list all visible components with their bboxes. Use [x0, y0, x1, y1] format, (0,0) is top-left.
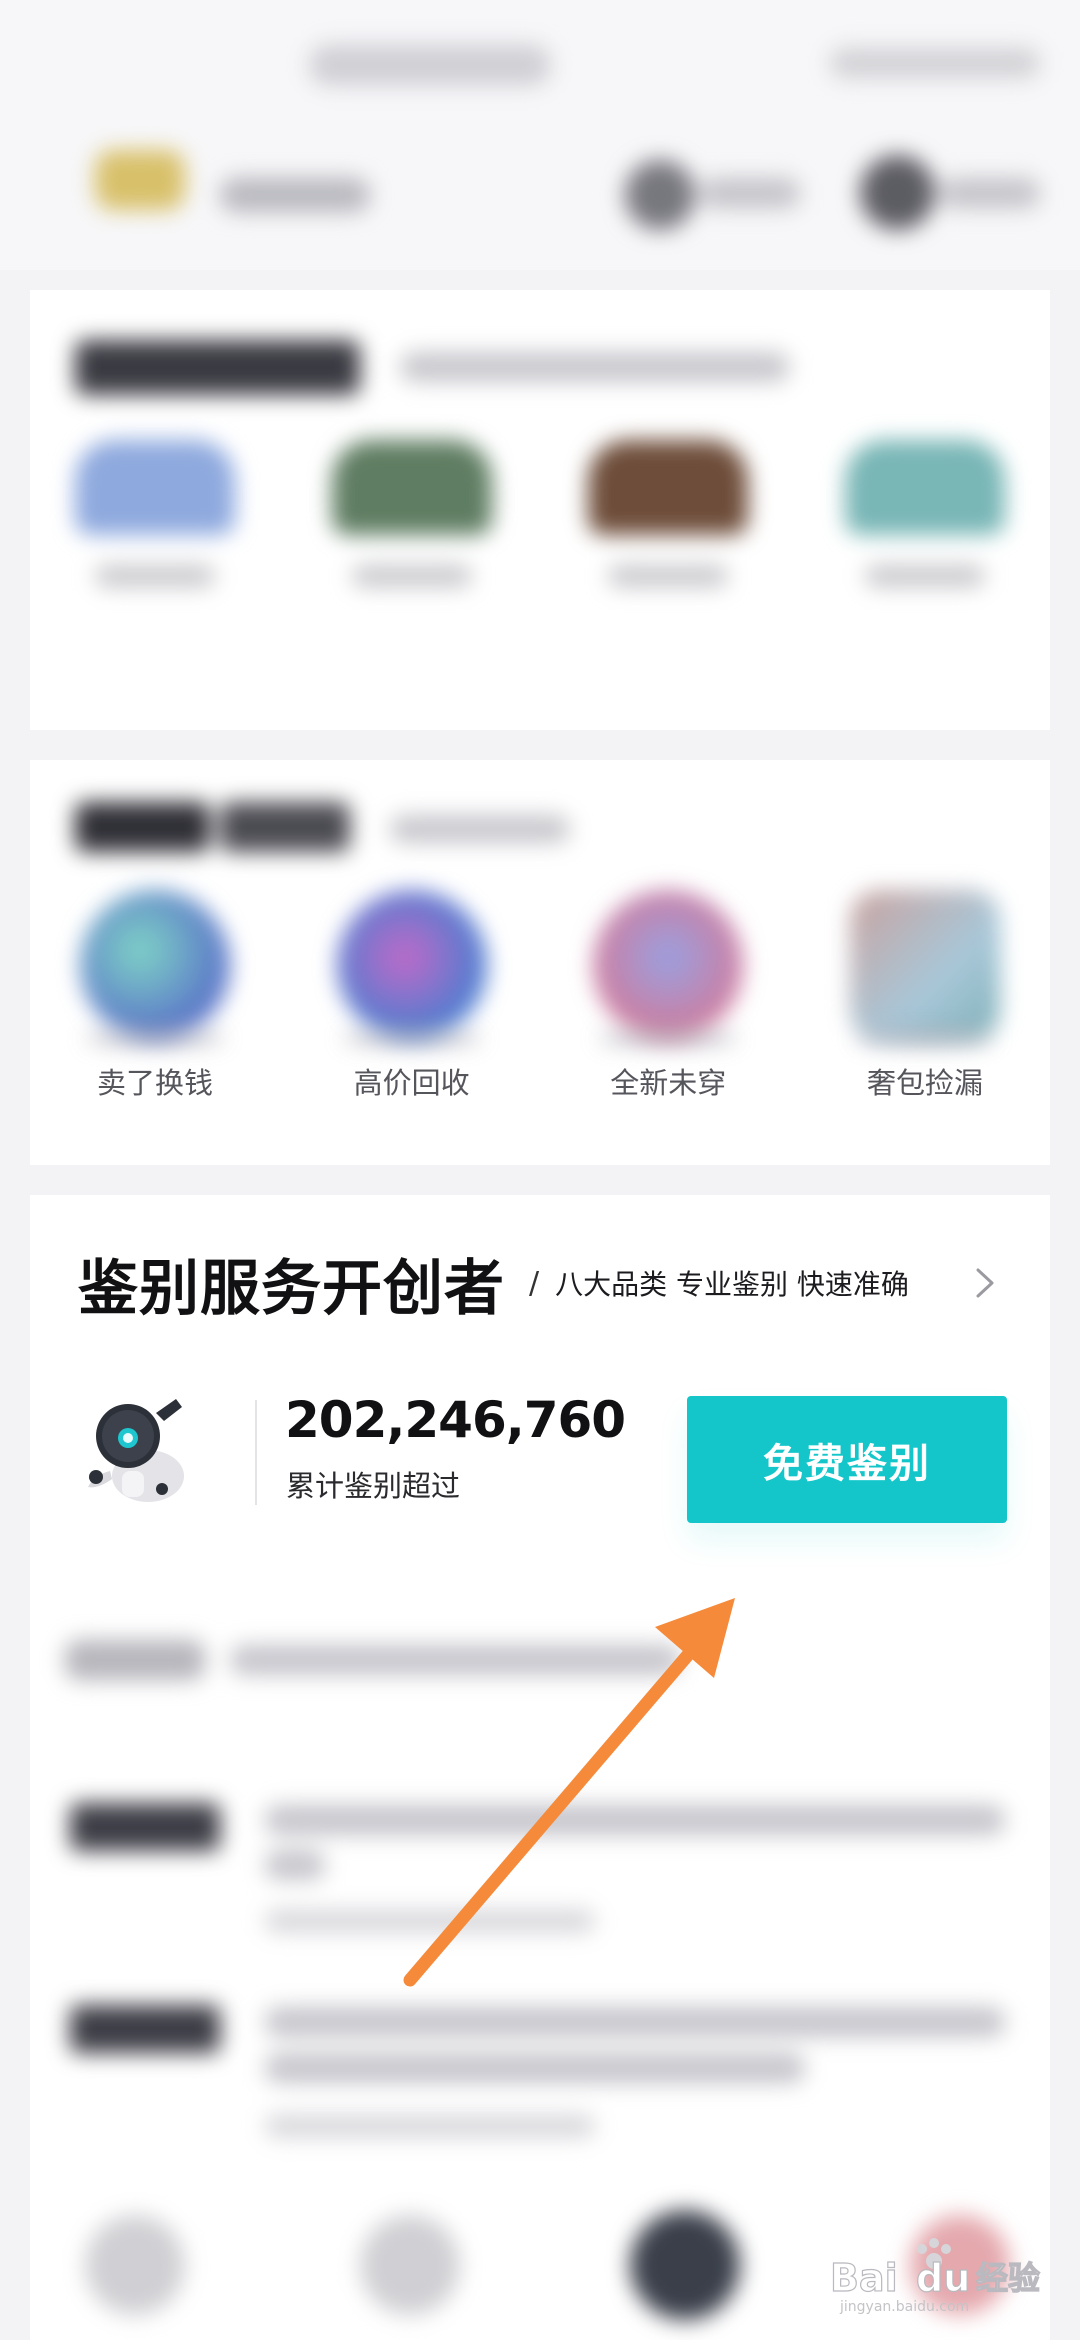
identification-header[interactable]: 鉴别服务开创者 / 八大品类 专业鉴别 快速准确: [78, 1243, 1010, 1324]
services-header: [30, 760, 1050, 870]
identification-count: 202,246,760: [285, 1391, 626, 1449]
bottom-nav-icon[interactable]: [85, 2215, 185, 2315]
category-label: [351, 565, 472, 587]
feed-list: [30, 1575, 1050, 2340]
category-image: [588, 440, 749, 535]
category-grid: [70, 440, 1010, 587]
bottom-nav-icon[interactable]: [360, 2215, 460, 2315]
feed-header-tag: [65, 1640, 205, 1680]
category-image: [331, 440, 492, 535]
identification-card: 鉴别服务开创者 / 八大品类 专业鉴别 快速准确 202,246,760 累计鉴…: [30, 1195, 1050, 1575]
mascot-icon: [88, 1399, 184, 1502]
service-icon: [80, 890, 230, 1040]
category-item[interactable]: [70, 440, 240, 587]
service-icon-shadow: [598, 1030, 739, 1046]
title-separator: /: [529, 1265, 540, 1301]
list-item-tag: [70, 1803, 220, 1851]
feed-list-content: [30, 1575, 1050, 2340]
service-sell-for-cash[interactable]: 卖了换钱: [70, 890, 240, 1102]
baidu-watermark-logo: Bai du 经验 jingyan.baidu.com: [830, 2238, 1041, 2315]
services-subtitle: [390, 815, 570, 843]
top-right-item[interactable]: [830, 48, 1040, 78]
list-item-title: [265, 2053, 805, 2083]
category-item[interactable]: [583, 440, 753, 587]
list-item-title: [265, 1850, 325, 1880]
service-icon-shadow: [85, 1030, 225, 1046]
services-title: [75, 802, 210, 852]
list-item-meta: [265, 1910, 595, 1932]
service-label: 卖了换钱: [96, 1066, 213, 1100]
brand-logo-icon[interactable]: [95, 150, 185, 210]
watermark-cn: 经验: [976, 2259, 1040, 2297]
service-label: 全新未穿: [610, 1066, 727, 1100]
watermark-brand: Bai: [830, 2256, 898, 2300]
service-icon: [849, 890, 1000, 1040]
watermark-url: jingyan.baidu.com: [839, 2299, 969, 2315]
identification-title: 鉴别服务开创者: [78, 1253, 505, 1324]
category-image: [75, 440, 235, 535]
category-image: [844, 440, 1005, 535]
service-label: 奢包捡漏: [866, 1066, 983, 1100]
header-icon-2[interactable]: [860, 155, 935, 230]
vertical-divider: [255, 1400, 257, 1505]
list-item-tag: [70, 2005, 220, 2053]
category-card: [30, 290, 1050, 730]
chevron-right-icon[interactable]: [966, 1265, 1002, 1301]
identification-count-label: 累计鉴别超过: [286, 1469, 461, 1503]
service-luxury-bag-deals[interactable]: 奢包捡漏: [840, 890, 1010, 1102]
services-title-badge: [220, 802, 350, 852]
top-bar: [0, 0, 1080, 270]
service-brand-new[interactable]: 全新未穿: [583, 890, 753, 1102]
category-title: [75, 340, 360, 395]
services-grid: 卖了换钱 高价回收 全新未穿 奢包捡漏: [70, 890, 1010, 1102]
category-label: [95, 565, 215, 587]
category-item[interactable]: [327, 440, 497, 587]
bottom-nav-icon[interactable]: [630, 2210, 740, 2320]
service-icon-shadow: [341, 1030, 482, 1046]
service-icon: [336, 890, 487, 1040]
category-label: [608, 565, 729, 587]
category-label: [864, 565, 985, 587]
watermark-brand-2: du: [916, 2256, 970, 2300]
header-icon-1[interactable]: [625, 160, 695, 230]
services-card: 卖了换钱 高价回收 全新未穿 奢包捡漏: [30, 760, 1050, 1165]
free-identify-button[interactable]: 免费鉴别: [687, 1396, 1007, 1523]
brand-name: [220, 178, 370, 212]
header-label-1: [700, 178, 800, 208]
service-high-price-recycle[interactable]: 高价回收: [327, 890, 497, 1102]
search-bar[interactable]: [310, 45, 550, 85]
list-item-meta: [265, 2115, 595, 2137]
feed-header-text: [230, 1645, 680, 1675]
category-item[interactable]: [840, 440, 1010, 587]
service-icon: [593, 890, 744, 1040]
category-subtitle: [400, 352, 790, 382]
list-item-title: [265, 1805, 1005, 1835]
identification-subtitle: 八大品类 专业鉴别 快速准确: [555, 1268, 909, 1301]
header-label-2: [940, 178, 1040, 208]
service-label: 高价回收: [353, 1066, 470, 1100]
list-item-title: [265, 2007, 1005, 2037]
category-card-content: [30, 290, 1050, 730]
service-icon-shadow: [854, 1030, 995, 1046]
